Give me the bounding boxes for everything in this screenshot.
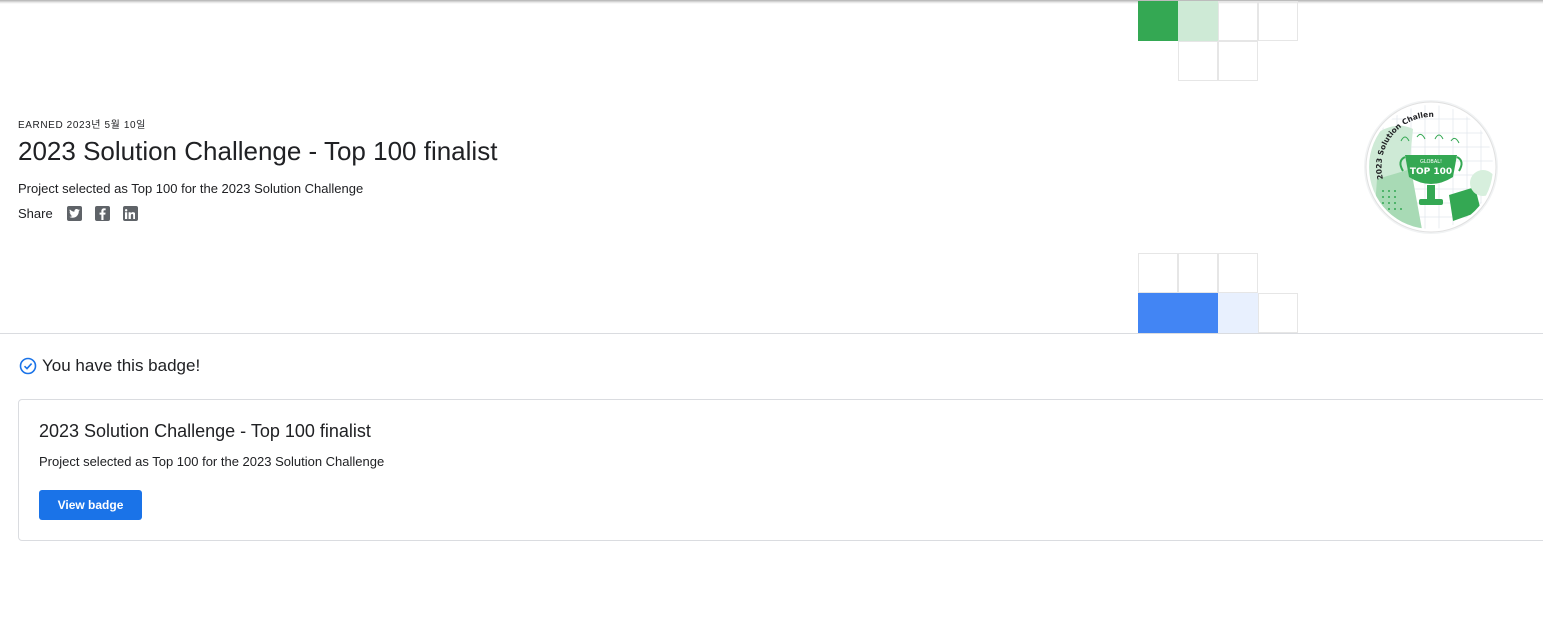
grid-cell: [1178, 1, 1218, 41]
card-title: 2023 Solution Challenge - Top 100 finali…: [39, 421, 371, 441]
badge-main-text: TOP 100: [1410, 167, 1452, 177]
twitter-icon[interactable]: [66, 206, 82, 221]
section-divider: [0, 333, 1543, 334]
linkedin-icon[interactable]: [122, 206, 138, 221]
grid-cell: [1178, 253, 1218, 293]
badge-description: Project selected as Top 100 for the 2023…: [18, 181, 364, 196]
grid-cell: [1258, 293, 1298, 333]
grid-cell: [1178, 41, 1218, 81]
earned-date: EARNED 2023년 5월 10일: [18, 120, 146, 131]
badge-status-text: You have this badge!: [42, 356, 201, 375]
badge-card: 2023 Solution Challenge - Top 100 finali…: [18, 399, 1543, 541]
grid-cell: [1138, 293, 1218, 333]
view-badge-button[interactable]: View badge: [39, 490, 142, 520]
badge-status: You have this badge!: [19, 356, 200, 376]
share-row: Share: [18, 206, 138, 221]
grid-cell: [1138, 253, 1178, 293]
page-title: 2023 Solution Challenge - Top 100 finali…: [18, 136, 498, 166]
badge-hero: EARNED 2023년 5월 10일 2023 Solution Challe…: [0, 0, 1543, 334]
card-description: Project selected as Top 100 for the 2023…: [39, 454, 385, 469]
badge-banner-text: GLOBAL!: [1420, 159, 1442, 165]
facebook-icon[interactable]: [94, 206, 110, 221]
grid-cell: [1218, 41, 1258, 81]
badge-image: 2023 Solution Challenge GLOBAL! TOP 100: [1360, 92, 1499, 235]
grid-cell: [1218, 253, 1258, 293]
grid-cell: [1138, 1, 1178, 41]
grid-cell: [1218, 293, 1258, 333]
check-circle-icon: [19, 357, 37, 375]
grid-cell: [1258, 1, 1298, 41]
share-label: Share: [18, 206, 53, 221]
grid-cell: [1218, 1, 1258, 41]
